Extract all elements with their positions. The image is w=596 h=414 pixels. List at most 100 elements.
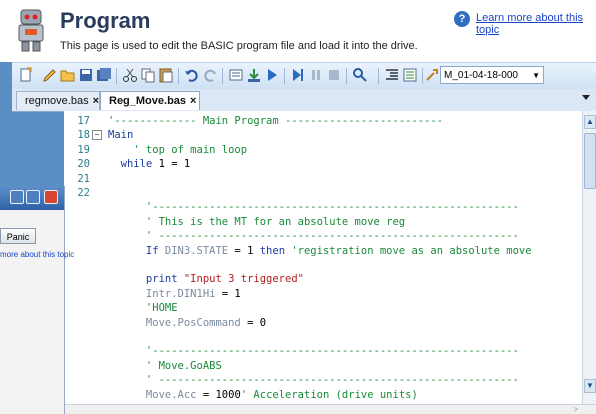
tab-label: regmove.bas [25,95,89,107]
cut-icon[interactable] [122,67,138,83]
line-number: 18 [77,129,90,142]
help-icon[interactable]: ? [454,11,470,27]
tab-reg-move[interactable]: Reg_Move.bas × [100,91,200,110]
code-line[interactable]: Move.Acc = 1000' Acceleration (drive uni… [64,388,596,402]
page-subtitle: This page is used to edit the BASIC prog… [60,40,418,52]
code-text: Main [108,128,133,142]
line-number: 20 [77,158,90,171]
search-icon[interactable] [352,67,368,83]
new-file-icon[interactable] [18,67,34,83]
horizontal-scrollbar[interactable]: > [64,404,596,414]
code-token: = 1 [215,287,241,300]
paste-icon[interactable] [158,67,174,83]
step-icon[interactable] [290,67,306,83]
code-line[interactable]: Intr.DIN1Hi = 1 [64,287,596,301]
line-number: 21 [77,172,90,185]
learn-more-link[interactable]: Learn more about this topic [476,12,596,36]
code-line[interactable]: '---------------------------------------… [64,344,596,358]
compile-icon[interactable] [228,67,244,83]
scroll-up-icon[interactable]: ▲ [584,115,596,129]
code-token: ' top of main loop [108,143,248,156]
code-token: ' This is the MT for an absolute move re… [108,215,406,228]
pause-icon[interactable] [308,67,324,83]
code-text: Move.Acc = 1000' Acceleration (drive uni… [108,388,418,402]
redo-icon[interactable] [202,67,218,83]
code-line[interactable]: ' Move.GoABS [64,359,596,373]
collapse-icon[interactable]: − [92,130,102,141]
minimize-icon[interactable] [10,190,24,204]
code-token: 'HOME [108,302,178,315]
code-line[interactable] [64,330,596,344]
code-token: = 1 [228,244,260,257]
close-icon[interactable] [44,190,58,204]
properties-icon[interactable] [424,67,440,83]
line-number: 17 [77,115,90,127]
code-line[interactable] [64,258,596,272]
tab-regmove[interactable]: regmove.bas × [16,91,100,110]
download-icon[interactable] [246,67,262,83]
code-token: '---------------------------------------… [108,201,519,214]
tab-list-dropdown-icon[interactable] [582,95,590,100]
code-text: ' top of main loop [108,143,247,157]
code-line[interactable]: Move.PosCommand = 0 [64,316,596,330]
maximize-icon[interactable] [26,190,40,204]
code-editor[interactable]: 17 '------------- Main Program ----------… [64,111,596,404]
code-line[interactable]: If DIN3.STATE = 1 then 'registration mov… [64,244,596,258]
code-line[interactable]: ' --------------------------------------… [64,373,596,387]
code-line[interactable]: 22 [64,186,596,200]
scroll-thumb[interactable] [584,133,596,189]
code-line[interactable]: 17 '------------- Main Program ----------… [64,114,596,128]
save-icon[interactable] [78,67,94,83]
code-token: Main [108,129,134,142]
code-line[interactable]: '---------------------------------------… [64,200,596,214]
save-all-icon[interactable] [96,67,112,83]
copy-icon[interactable] [140,67,156,83]
open-folder-icon[interactable] [60,67,76,83]
chevron-down-icon: ▼ [532,71,540,80]
code-text: print "Input 3 triggered" [108,272,304,286]
line-number: 22 [77,187,90,199]
stop-icon[interactable] [326,67,342,83]
scroll-right-icon[interactable]: > [573,405,578,414]
code-text: ' --------------------------------------… [108,373,519,387]
code-text: ' Move.GoABS [108,359,222,373]
edit-icon[interactable] [42,67,58,83]
code-line[interactable]: print "Input 3 triggered" [64,272,596,286]
code-line[interactable]: 19 ' top of main loop [64,143,596,157]
learn-more-link[interactable]: more about this topic [0,250,74,259]
code-line[interactable]: 20 while 1 = 1 [64,157,596,171]
firmware-version-select[interactable]: M_01-04-18-000 ▼ [440,66,544,84]
code-token: 'registration move as an absolute move [291,244,532,257]
toolbar-separator [116,68,117,84]
code-token: '------------- Main Program ------------… [108,115,444,127]
code-token: Move.Acc [108,388,197,401]
code-line[interactable]: ' This is the MT for an absolute move re… [64,215,596,229]
code-token: = 0 [240,316,267,329]
run-icon[interactable] [264,67,280,83]
code-line[interactable]: 18− Main [64,128,596,142]
scroll-down-icon[interactable]: ▼ [584,379,596,393]
background-window-titlebar [0,186,64,210]
toolbar-separator [284,68,285,84]
code-text: while 1 = 1 [108,157,191,171]
undo-icon[interactable] [184,67,200,83]
code-token: 1 = 1 [158,158,191,171]
code-text: '---------------------------------------… [108,344,519,358]
tab-label: Reg_Move.bas [109,95,187,107]
code-text: 'HOME [108,301,178,315]
vertical-scrollbar[interactable]: ▲ ▼ [582,111,596,404]
close-icon[interactable]: × [190,95,196,107]
code-token: ' Acceleration (drive units) [240,388,418,401]
page-title: Program [60,8,151,33]
close-icon[interactable]: × [93,95,99,107]
indent-icon[interactable] [402,67,418,83]
code-token: while [108,158,159,171]
toolbar-separator [346,68,347,84]
code-line[interactable]: ' --------------------------------------… [64,229,596,243]
code-token: then [259,244,292,257]
editor-toolbar: M_01-04-18-000 ▼ [12,62,596,90]
code-line[interactable]: 21 [64,172,596,186]
code-line[interactable]: 'HOME [64,301,596,315]
panic-button[interactable]: Panic [0,228,36,244]
outdent-icon[interactable] [384,67,400,83]
